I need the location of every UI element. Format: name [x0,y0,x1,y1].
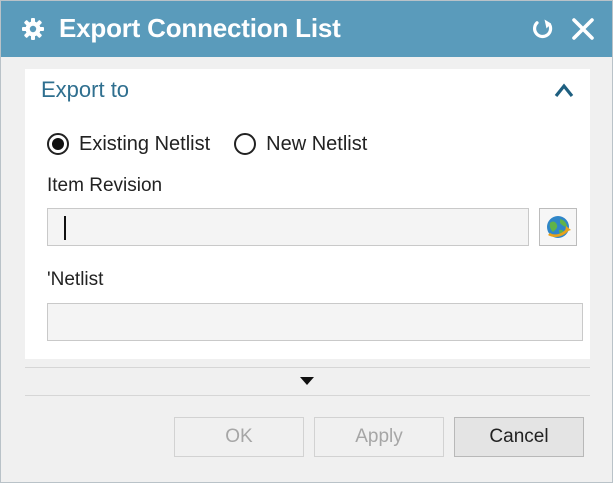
export-connection-list-dialog: Export Connection List Export to Existin… [0,0,613,483]
chevron-up-icon[interactable] [553,81,575,99]
new-netlist-radio[interactable]: New Netlist [234,133,367,156]
existing-netlist-label: Existing Netlist [79,132,211,155]
radio-unchecked-indicator[interactable] [234,133,257,155]
item-revision-input[interactable] [47,208,529,246]
gear-icon [22,18,44,40]
item-revision-label: Item Revision [47,175,163,196]
expand-more-icon[interactable] [298,375,316,387]
existing-netlist-radio[interactable]: Existing Netlist [47,133,210,156]
cancel-button[interactable]: Cancel [454,417,584,457]
divider [25,395,590,396]
export-to-panel: Export to Existing Netlist New Netlist I… [25,69,590,359]
globe-browse-icon [547,216,571,238]
text-caret [64,216,66,240]
close-icon[interactable] [569,15,597,43]
divider [25,367,590,368]
reset-icon[interactable] [529,16,557,42]
netlist-label: 'Netlist [47,269,104,290]
radio-checked-indicator[interactable] [47,133,69,155]
dialog-title: Export Connection List [59,13,341,43]
ok-button[interactable]: OK [174,417,304,457]
export-to-group-header[interactable]: Export to [25,69,590,113]
group-title: Export to [41,77,130,102]
netlist-input[interactable] [47,303,583,341]
title-bar: Export Connection List [1,1,612,57]
browse-item-revision-button[interactable] [539,208,577,246]
new-netlist-label: New Netlist [266,132,368,155]
netlist-mode-radio-group: Existing Netlist New Netlist [47,129,367,159]
apply-button[interactable]: Apply [314,417,444,457]
